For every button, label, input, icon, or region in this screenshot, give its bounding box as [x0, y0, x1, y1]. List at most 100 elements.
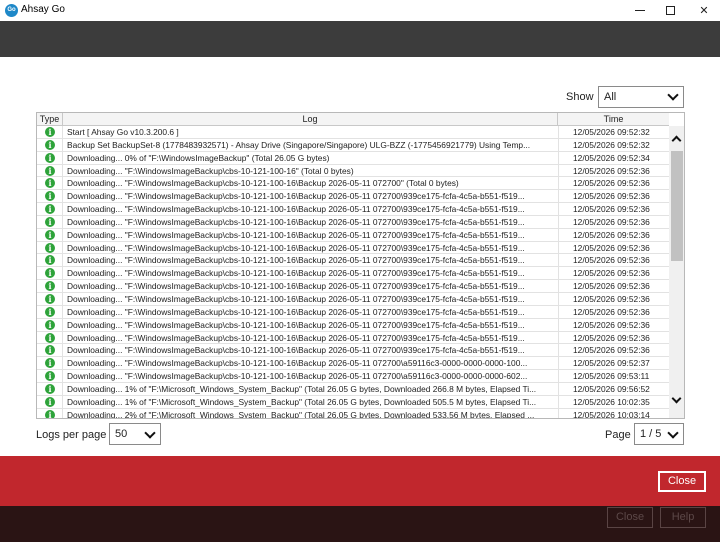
- header-band: [0, 21, 720, 57]
- log-table: Type Log Time i Start [ Ahsay Go v10.3.20…: [36, 112, 685, 419]
- row-time-cell: 12/05/2026 09:52:34: [558, 151, 669, 164]
- row-time-cell: 12/05/2026 09:52:36: [558, 267, 669, 280]
- table-row[interactable]: i Downloading... "F:\WindowsImageBackup\c…: [37, 190, 669, 204]
- row-time-cell: 12/05/2026 09:52:37: [558, 357, 669, 370]
- row-time-cell: 12/05/2026 10:02:35: [558, 395, 669, 408]
- table-row[interactable]: i Downloading... "F:\WindowsImageBackup\c…: [37, 241, 669, 255]
- scroll-thumb[interactable]: [671, 151, 683, 261]
- table-row[interactable]: i Downloading... "F:\WindowsImageBackup\c…: [37, 267, 669, 281]
- row-log-cell: Downloading... "F:\WindowsImageBackup\cb…: [67, 165, 354, 176]
- table-row[interactable]: i Downloading... "F:\WindowsImageBackup\c…: [37, 305, 669, 319]
- row-time-cell: 12/05/2026 09:52:36: [558, 164, 669, 177]
- row-time-cell: 12/05/2026 09:56:52: [558, 382, 669, 395]
- page-label: Page: [605, 429, 631, 441]
- table-row[interactable]: i Downloading... "F:\WindowsImageBackup\c…: [37, 318, 669, 332]
- row-type-cell: i: [37, 138, 63, 151]
- row-type-cell: i: [37, 228, 63, 241]
- row-log-cell: Downloading... "F:\WindowsImageBackup\cb…: [67, 178, 459, 189]
- column-header-time[interactable]: Time: [558, 113, 669, 125]
- row-type-cell: i: [37, 292, 63, 305]
- table-row[interactable]: i Downloading... 0% of "F:\WindowsImageBa…: [37, 151, 669, 165]
- info-icon: i: [45, 216, 55, 227]
- table-row[interactable]: i Downloading... "F:\WindowsImageBackup\c…: [37, 357, 669, 371]
- table-row[interactable]: i Downloading... 1% of "F:\Microsoft_Wind…: [37, 395, 669, 409]
- info-icon: i: [45, 319, 55, 330]
- scroll-down-icon[interactable]: [671, 393, 682, 404]
- row-log-cell: Downloading... 1% of "F:\Microsoft_Windo…: [67, 396, 537, 407]
- row-time-cell: 12/05/2026 09:52:36: [558, 203, 669, 215]
- row-time-cell: 12/05/2026 09:52:36: [558, 292, 669, 305]
- table-row[interactable]: i Downloading... "F:\WindowsImageBackup\c…: [37, 203, 669, 216]
- table-row[interactable]: i Downloading... "F:\WindowsImageBackup\c…: [37, 344, 669, 358]
- info-icon: i: [45, 152, 55, 163]
- row-log-cell: Downloading... 1% of "F:\Microsoft_Windo…: [67, 383, 537, 394]
- table-row[interactable]: i Downloading... "F:\WindowsImageBackup\c…: [37, 215, 669, 229]
- row-type-cell: i: [37, 164, 63, 177]
- info-icon: i: [45, 409, 55, 418]
- row-time-cell: 12/05/2026 09:52:36: [558, 190, 669, 203]
- row-type-cell: i: [37, 241, 63, 254]
- column-header-type[interactable]: Type: [37, 113, 63, 125]
- row-type-cell: i: [37, 395, 63, 408]
- table-row[interactable]: i Downloading... "F:\WindowsImageBackup\c…: [37, 292, 669, 306]
- row-type-cell: i: [37, 280, 63, 292]
- table-header: Type Log Time: [37, 113, 669, 126]
- info-icon: i: [45, 396, 55, 407]
- info-icon: i: [45, 204, 55, 215]
- background-help-button: Help: [660, 507, 706, 528]
- row-log-cell: Downloading... "F:\WindowsImageBackup\cb…: [67, 204, 525, 215]
- row-time-cell: 12/05/2026 09:52:36: [558, 280, 669, 292]
- window-title: Ahsay Go: [21, 4, 65, 15]
- row-type-cell: i: [37, 357, 63, 370]
- row-type-cell: i: [37, 267, 63, 280]
- scroll-up-icon[interactable]: [671, 135, 682, 146]
- row-type-cell: i: [37, 177, 63, 190]
- logs-per-page-label: Logs per page: [36, 429, 107, 441]
- row-time-cell: 12/05/2026 09:52:32: [558, 126, 669, 138]
- page-select[interactable]: 1 / 5: [634, 423, 684, 445]
- row-log-cell: Backup Set BackupSet-8 (1778483932571) -…: [67, 139, 531, 150]
- close-button[interactable]: Close: [658, 471, 706, 492]
- info-icon: i: [45, 281, 55, 292]
- background-close-button: Close: [607, 507, 653, 528]
- table-row[interactable]: i Downloading... "F:\WindowsImageBackup\c…: [37, 177, 669, 191]
- row-time-cell: 12/05/2026 09:52:36: [558, 305, 669, 318]
- row-time-cell: 12/05/2026 09:52:36: [558, 241, 669, 254]
- info-icon: i: [45, 371, 55, 382]
- table-row[interactable]: i Downloading... "F:\WindowsImageBackup\c…: [37, 164, 669, 178]
- ahsay-go-logo-icon: Go: [5, 4, 18, 17]
- show-filter-select[interactable]: All: [598, 86, 684, 108]
- row-time-cell: 12/05/2026 09:52:36: [558, 318, 669, 331]
- row-log-cell: Downloading... "F:\WindowsImageBackup\cb…: [67, 255, 525, 266]
- table-row[interactable]: i Downloading... "F:\WindowsImageBackup\c…: [37, 280, 669, 293]
- column-header-log[interactable]: Log: [63, 113, 558, 125]
- window-close-button[interactable]: ✕: [686, 0, 720, 21]
- logs-per-page-select[interactable]: 50: [109, 423, 161, 445]
- info-icon: i: [45, 229, 55, 240]
- row-time-cell: 12/05/2026 09:52:36: [558, 228, 669, 241]
- row-type-cell: i: [37, 370, 63, 382]
- row-type-cell: i: [37, 151, 63, 164]
- info-icon: i: [45, 178, 55, 189]
- row-time-cell: 12/05/2026 09:52:36: [558, 177, 669, 190]
- row-log-cell: Downloading... "F:\WindowsImageBackup\cb…: [67, 306, 525, 317]
- table-row[interactable]: i Backup Set BackupSet-8 (1778483932571) …: [37, 138, 669, 152]
- info-icon: i: [45, 191, 55, 202]
- table-row[interactable]: i Downloading... "F:\WindowsImageBackup\c…: [37, 228, 669, 242]
- table-row[interactable]: i Start [ Ahsay Go v10.3.200.6 ] 12/05/202…: [37, 126, 669, 139]
- table-row[interactable]: i Downloading... "F:\WindowsImageBackup\c…: [37, 254, 669, 268]
- maximize-button[interactable]: [652, 0, 688, 21]
- row-log-cell: Downloading... "F:\WindowsImageBackup\cb…: [67, 345, 525, 356]
- table-row[interactable]: i Downloading... 2% of "F:\Microsoft_Wind…: [37, 408, 669, 419]
- row-time-cell: 12/05/2026 09:53:11: [558, 370, 669, 382]
- table-row[interactable]: i Downloading... "F:\WindowsImageBackup\c…: [37, 331, 669, 345]
- table-row[interactable]: i Downloading... "F:\WindowsImageBackup\c…: [37, 370, 669, 383]
- info-icon: i: [45, 255, 55, 266]
- vertical-scrollbar[interactable]: [669, 126, 684, 418]
- maximize-icon: [665, 6, 675, 15]
- chevron-down-icon: [667, 427, 679, 439]
- row-log-cell: Downloading... 2% of "F:\Microsoft_Windo…: [67, 409, 535, 419]
- row-type-cell: i: [37, 382, 63, 395]
- table-row[interactable]: i Downloading... 1% of "F:\Microsoft_Wind…: [37, 382, 669, 396]
- info-icon: i: [45, 268, 55, 279]
